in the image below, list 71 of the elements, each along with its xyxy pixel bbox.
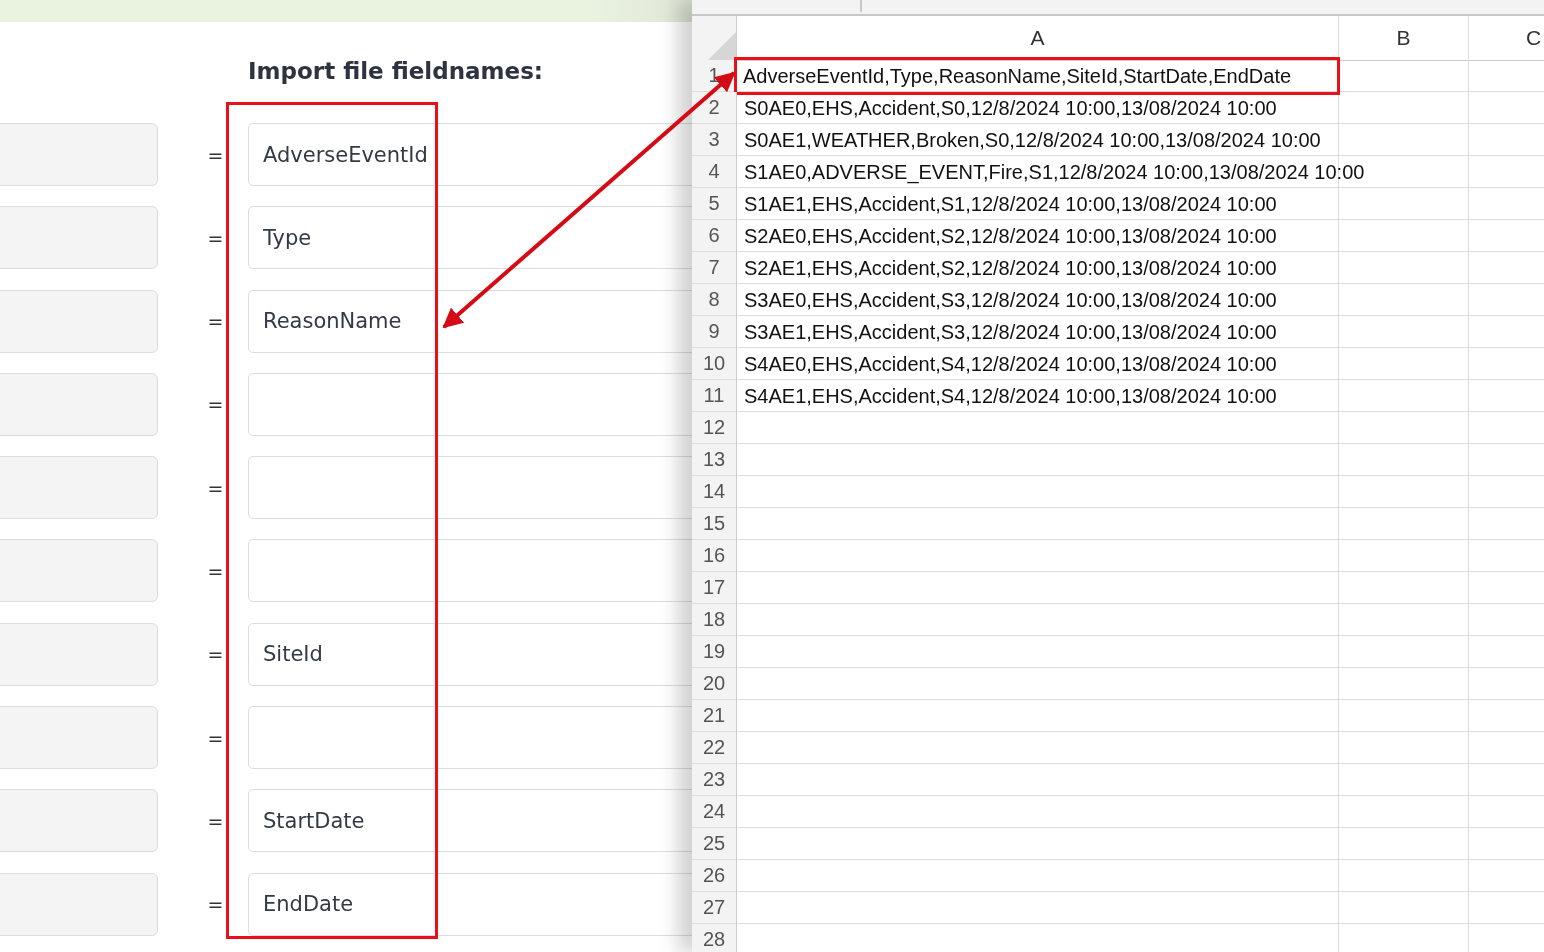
equals-sign: =: [206, 643, 224, 666]
row-number[interactable]: 5: [692, 188, 737, 220]
row-number[interactable]: 2: [692, 92, 737, 124]
source-field[interactable]: [0, 539, 158, 603]
equals-sign: =: [206, 560, 224, 582]
source-field[interactable]: [0, 456, 158, 520]
table-cell: S2AE1,EHS,Accident,S2,12/8/2024 10:00,13/08/2024 10:00: [744, 256, 1277, 280]
row-number[interactable]: 21: [692, 700, 737, 732]
row-number[interactable]: 11: [692, 380, 737, 412]
table-cell: S1AE0,ADVERSE_EVENT,Fire,S1,12/8/2024 10:00,13/08/2024 10:00: [744, 160, 1365, 184]
equals-sign: =: [206, 809, 224, 832]
source-field[interactable]: [0, 206, 158, 270]
equals-sign: =: [206, 726, 224, 749]
row-number[interactable]: 3: [692, 124, 737, 156]
table-cell: S0AE0,EHS,Accident,S0,12/8/2024 10:00,13/08/2024 10:00: [744, 96, 1277, 120]
row-number[interactable]: 14: [692, 476, 737, 508]
section-heading: Import file fieldnames:: [248, 57, 544, 86]
equals-sign: =: [206, 143, 224, 166]
row-number[interactable]: 17: [692, 572, 737, 604]
table-cell: S0AE1,WEATHER,Broken,S0,12/8/2024 10:00,13/08/2024 10:00: [744, 128, 1321, 152]
row-number[interactable]: 27: [692, 892, 737, 924]
source-field[interactable]: [0, 622, 158, 686]
row-number[interactable]: 18: [692, 604, 737, 636]
row-number[interactable]: 26: [692, 860, 737, 892]
row-number[interactable]: 23: [692, 764, 737, 796]
select-all-corner[interactable]: [692, 16, 737, 61]
row-number[interactable]: 15: [692, 508, 737, 540]
fieldname-input[interactable]: [248, 456, 692, 520]
equals-sign: =: [206, 393, 224, 416]
fieldname-input[interactable]: ReasonName: [248, 289, 692, 353]
table-cell: S2AE0,EHS,Accident,S2,12/8/2024 10:00,13/08/2024 10:00: [744, 224, 1277, 248]
equals-sign: =: [206, 226, 224, 249]
table-cell: S3AE1,EHS,Accident,S3,12/8/2024 10:00,13/08/2024 10:00: [744, 320, 1277, 344]
fieldname-input[interactable]: [248, 372, 692, 436]
fieldname-input[interactable]: AdverseEventId: [248, 123, 692, 186]
row-number[interactable]: 28: [692, 924, 737, 952]
row-number[interactable]: 9: [692, 316, 737, 348]
row-number[interactable]: 24: [692, 796, 737, 828]
source-field[interactable]: [0, 123, 158, 186]
table-cell: AdverseEventId,Type,ReasonName,SiteId,StartDate,EndDate: [734, 57, 1341, 95]
row-number[interactable]: 20: [692, 668, 737, 700]
row-number[interactable]: 22: [692, 732, 737, 764]
row-number[interactable]: 12: [692, 412, 737, 444]
row-number[interactable]: 6: [692, 220, 737, 252]
fieldname-input[interactable]: StartDate: [248, 789, 692, 853]
source-field[interactable]: [0, 706, 158, 770]
row-number[interactable]: 8: [692, 284, 737, 316]
row-number[interactable]: 10: [692, 348, 737, 380]
fieldname-input[interactable]: [248, 706, 692, 770]
fieldname-input[interactable]: EndDate: [248, 872, 692, 936]
row-number[interactable]: 16: [692, 540, 737, 572]
row-number[interactable]: 7: [692, 252, 737, 284]
table-cell: S4AE0,EHS,Accident,S4,12/8/2024 10:00,13/08/2024 10:00: [744, 352, 1277, 376]
equals-sign: =: [206, 310, 224, 333]
source-field[interactable]: [0, 789, 158, 853]
table-cell: S4AE1,EHS,Accident,S4,12/8/2024 10:00,13/08/2024 10:00: [744, 384, 1277, 408]
table-cell: S1AE1,EHS,Accident,S1,12/8/2024 10:00,13/08/2024 10:00: [744, 192, 1277, 216]
row-number[interactable]: 19: [692, 636, 737, 668]
equals-sign: =: [206, 476, 224, 499]
row-number[interactable]: 13: [692, 444, 737, 476]
table-cell: S3AE0,EHS,Accident,S3,12/8/2024 10:00,13/08/2024 10:00: [744, 288, 1277, 312]
fieldname-input[interactable]: [248, 539, 692, 603]
row-number[interactable]: 4: [692, 156, 737, 188]
row-number[interactable]: 25: [692, 828, 737, 860]
fieldname-input[interactable]: Type: [248, 206, 692, 270]
source-field[interactable]: [0, 289, 158, 353]
triangle-icon: [706, 30, 736, 60]
equals-sign: =: [206, 893, 224, 916]
fieldname-input[interactable]: SiteId: [248, 622, 692, 686]
source-field[interactable]: [0, 872, 158, 936]
source-field[interactable]: [0, 372, 158, 436]
